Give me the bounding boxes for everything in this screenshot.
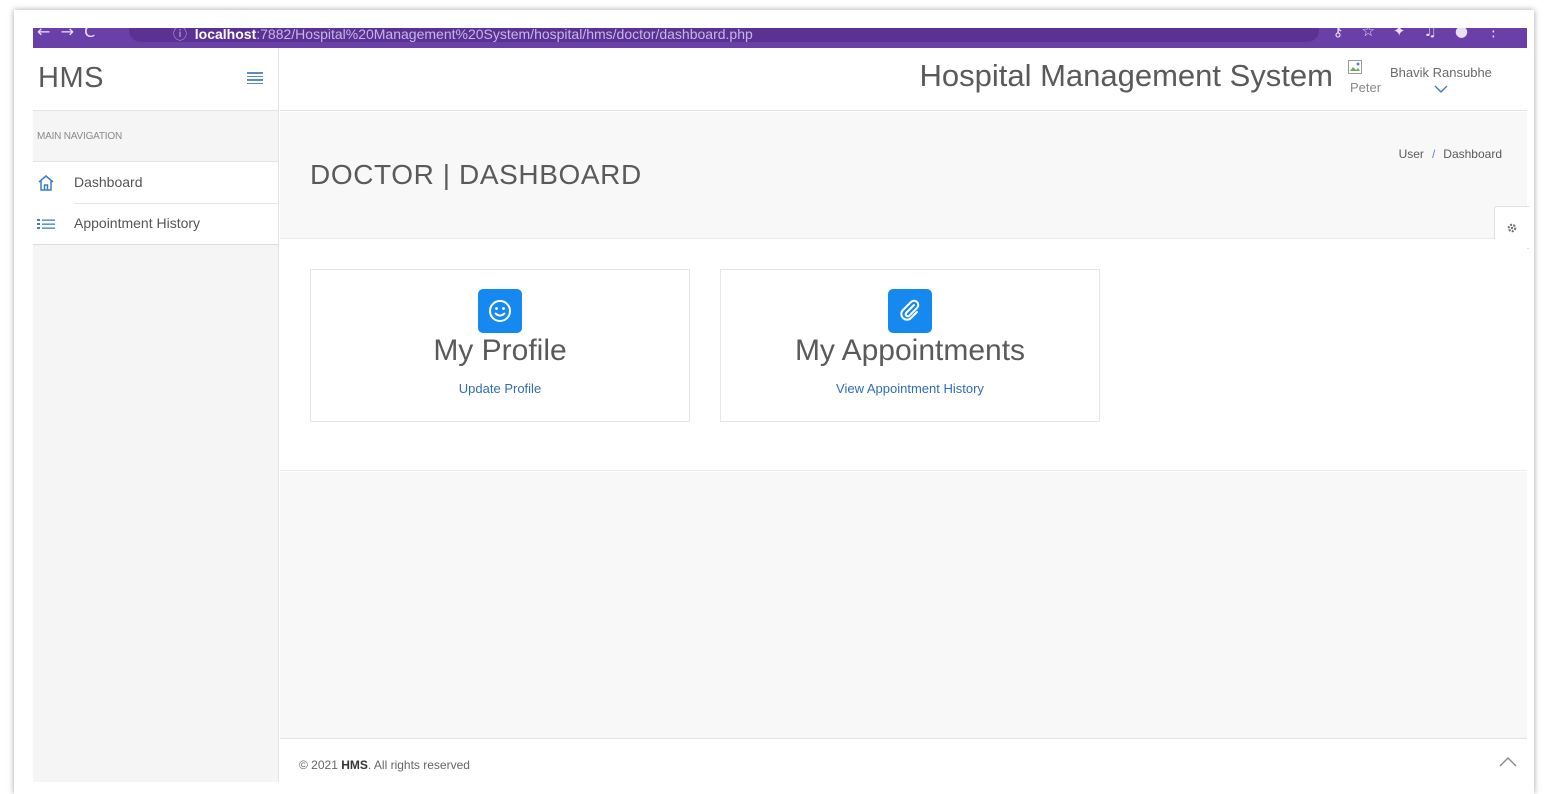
dashboard-cards: My Profile Update Profile My Appointment…	[280, 239, 1527, 471]
sidebar-item-label: Dashboard	[74, 174, 143, 190]
sidebar-item-label: Appointment History	[74, 215, 201, 231]
update-profile-link[interactable]: Update Profile	[311, 381, 689, 396]
sidebar-item-appointment-history[interactable]: Appointment History	[33, 203, 278, 244]
card-my-appointments: My Appointments View Appointment History	[720, 269, 1100, 422]
paperclip-icon	[888, 289, 932, 333]
breadcrumb-separator: /	[1431, 147, 1436, 161]
list-icon	[37, 215, 55, 233]
brand-logo-text[interactable]: HMS	[38, 62, 104, 95]
brand-row: HMS	[33, 48, 278, 111]
avatar[interactable]: Peter	[1348, 58, 1388, 98]
page-header: DOCTOR | DASHBOARD User / Dashboard	[280, 112, 1527, 239]
nav-heading: MAIN NAVIGATION	[33, 111, 278, 162]
menu-toggle-icon[interactable]	[247, 72, 263, 84]
browser-extension-icons[interactable]: ⚷☆✦♫●⋮	[1332, 28, 1519, 40]
card-title: My Profile	[433, 334, 567, 367]
view-appointment-history-link[interactable]: View Appointment History	[721, 381, 1099, 396]
breadcrumb-user[interactable]: User	[1399, 147, 1424, 161]
smile-icon	[478, 289, 522, 333]
broken-image-icon	[1348, 60, 1362, 74]
sidebar-item-dashboard[interactable]: Dashboard	[33, 162, 278, 203]
copyright-text: © 2021 HMS. All rights reserved	[299, 758, 470, 772]
home-icon	[37, 174, 55, 192]
chevron-down-icon[interactable]	[1434, 84, 1448, 94]
main-content: DOCTOR | DASHBOARD User / Dashboard My Pro…	[280, 112, 1529, 782]
chevron-up-icon[interactable]	[1498, 755, 1518, 769]
top-navbar: Hospital Management System Peter Bhavik …	[280, 48, 1527, 111]
gear-icon	[1507, 223, 1517, 233]
browser-nav-icons[interactable]: ← → C	[37, 28, 95, 41]
footer: © 2021 HMS. All rights reserved	[280, 738, 1527, 782]
card-my-profile: My Profile Update Profile	[310, 269, 690, 422]
system-title: Hospital Management System	[919, 58, 1333, 93]
nav-list: Dashboard Appointment History	[33, 162, 278, 245]
sidebar: HMS MAIN NAVIGATION Dashboard Appointmen…	[33, 48, 279, 782]
avatar-alt-text: Peter	[1350, 80, 1382, 95]
breadcrumb-dashboard[interactable]: Dashboard	[1443, 147, 1502, 161]
breadcrumb: User / Dashboard	[1399, 147, 1502, 161]
card-title: My Appointments	[794, 334, 1026, 367]
username[interactable]: Bhavik Ransubhe	[1390, 65, 1492, 80]
browser-toolbar: ← → C ⓘ localhost:7882/Hospital%20Manage…	[33, 28, 1527, 48]
app: HMS MAIN NAVIGATION Dashboard Appointmen…	[33, 48, 1529, 782]
content-filler	[280, 472, 1527, 738]
page-title: DOCTOR | DASHBOARD	[310, 159, 642, 190]
address-url[interactable]: ⓘ localhost:7882/Hospital%20Management%2…	[173, 28, 753, 44]
